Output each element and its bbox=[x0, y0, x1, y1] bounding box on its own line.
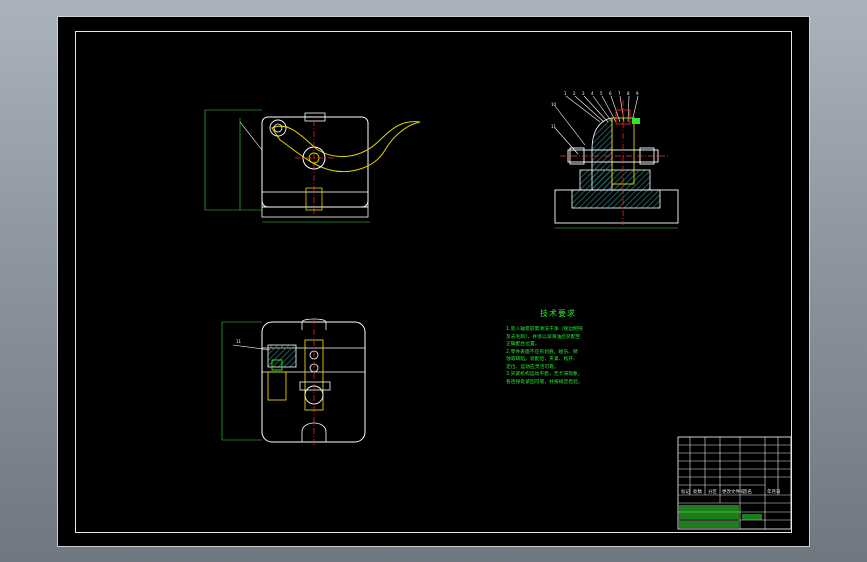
tech-requirement-line: 各连接处紧固可靠，并按规定检验。 bbox=[506, 379, 583, 385]
tech-requirement-line: 定位、运动应灵活可靠。 bbox=[506, 364, 559, 370]
title-block-cell: 更改文件号 bbox=[722, 490, 745, 495]
svg-text:10: 10 bbox=[551, 102, 557, 107]
top-view: 11 bbox=[221, 318, 366, 445]
tech-requirement-line: 3.夹紧机构运动平稳，无卡滞现象， bbox=[506, 372, 583, 377]
tech-requirement-line: 及去毛刺），并涂以润滑油后装配至 bbox=[506, 334, 581, 340]
svg-text:7: 7 bbox=[618, 91, 621, 96]
title-block-cell: 年月日 bbox=[767, 490, 781, 495]
cad-drawing-canvas: 1 2 3 4 5 6 7 8 9 10 11 11 bbox=[204, 91, 792, 530]
tech-requirement-line: 1.装入轴套前需清洗干净（锐边倒钝 bbox=[506, 327, 583, 332]
front-view bbox=[204, 109, 421, 223]
title-block-cell: 处数 bbox=[693, 490, 702, 495]
svg-text:3: 3 bbox=[582, 91, 585, 96]
svg-text:1: 1 bbox=[564, 91, 567, 96]
tech-requirement-line: 正确配合位置。 bbox=[506, 342, 540, 347]
tech-requirements-title: 技术要求 bbox=[540, 309, 576, 318]
svg-text:4: 4 bbox=[591, 91, 594, 96]
title-block-cell: 分区 bbox=[708, 490, 717, 495]
title-block-cell: 签名 bbox=[743, 490, 752, 495]
svg-text:5: 5 bbox=[600, 91, 603, 96]
svg-text:11: 11 bbox=[236, 339, 242, 344]
svg-text:8: 8 bbox=[627, 91, 630, 96]
title-block-cell: 标记 bbox=[681, 490, 690, 495]
svg-text:9: 9 bbox=[636, 91, 639, 96]
tech-requirement-line: 蚀等缺陷。装配后，夹紧、松开、 bbox=[506, 357, 578, 362]
side-view: 1 2 3 4 5 6 7 8 9 10 11 bbox=[551, 91, 679, 229]
title-block bbox=[677, 436, 792, 530]
tech-requirements-list: 1.装入轴套前需清洗干净（锐边倒钝 及去毛刺），并涂以润滑油后装配至 正确配合位… bbox=[506, 326, 606, 386]
svg-text:11: 11 bbox=[551, 124, 557, 129]
tech-requirement-line: 2.零件表面不应有划痕、碰伤、锈 bbox=[506, 349, 578, 355]
svg-text:6: 6 bbox=[609, 91, 612, 96]
svg-text:2: 2 bbox=[573, 91, 576, 96]
